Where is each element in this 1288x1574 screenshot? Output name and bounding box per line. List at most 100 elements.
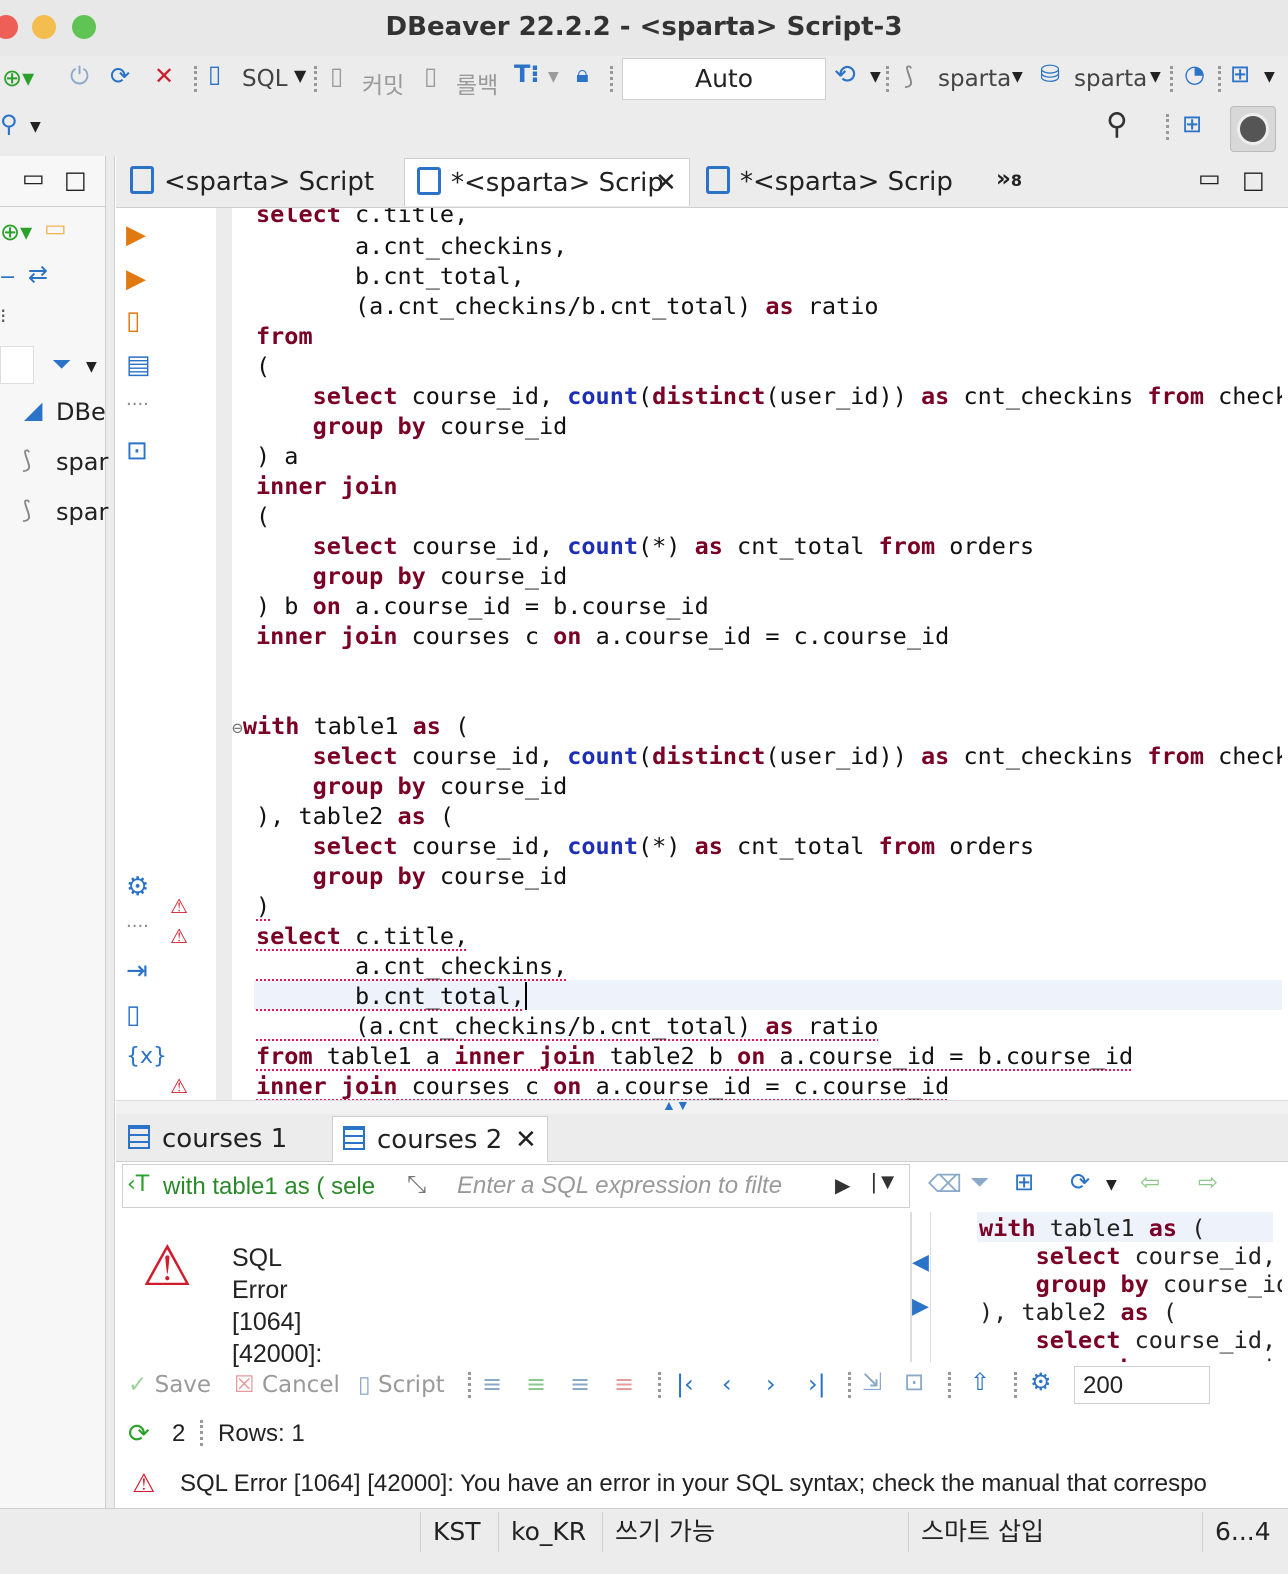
- previous-page-icon[interactable]: ‹: [722, 1372, 732, 1396]
- erd-icon[interactable]: ⊞: [1230, 62, 1250, 86]
- connect-icon[interactable]: ⏻: [70, 64, 89, 88]
- error-message[interactable]: SQL Error [1064] [42000]: You have an er…: [180, 1470, 1207, 1498]
- copy-row-icon[interactable]: ≡: [570, 1372, 590, 1396]
- sql-editor-button[interactable]: SQL: [242, 66, 288, 92]
- more-icon[interactable]: ····: [126, 394, 149, 415]
- chevron-down-icon[interactable]: ▼: [870, 70, 881, 84]
- add-row-icon[interactable]: ≡: [526, 1372, 546, 1396]
- navigator-filter-input[interactable]: [0, 346, 34, 384]
- fetch-all-icon[interactable]: ⊡: [904, 1370, 924, 1394]
- settings-gear-icon[interactable]: ⚙: [126, 872, 149, 902]
- cancel-button[interactable]: ☒ Cancel: [234, 1372, 340, 1398]
- delete-row-icon[interactable]: ≡: [614, 1372, 634, 1396]
- rollback-button[interactable]: 롤백: [456, 66, 498, 100]
- dbeaver-perspective-button[interactable]: [1230, 106, 1276, 152]
- rollback-icon[interactable]: ▯: [424, 64, 437, 88]
- maximize-icon[interactable]: □: [1242, 168, 1265, 192]
- add-connection-icon[interactable]: ⊕▾: [0, 220, 32, 244]
- sql-code-editor[interactable]: select c.title, a.cnt_checkins, b.cnt_to…: [232, 208, 1282, 1100]
- new-connection-icon[interactable]: ⊕▾: [2, 66, 34, 90]
- query-text-pane[interactable]: with table1 as ( select course_id, group…: [930, 1212, 1282, 1362]
- maximize-icon[interactable]: □: [64, 168, 87, 192]
- chevron-down-icon[interactable]: ▼: [294, 68, 306, 84]
- fold-collapse-icon[interactable]: ⊖: [232, 718, 243, 739]
- file-error-icon[interactable]: ▯: [126, 1000, 140, 1030]
- chevron-down-icon[interactable]: ▼: [86, 360, 97, 374]
- back-arrow-icon[interactable]: ⇦: [1140, 1170, 1160, 1194]
- new-folder-icon[interactable]: ▭: [44, 216, 67, 240]
- link-editor-icon[interactable]: ⇄: [28, 262, 48, 286]
- more-icon[interactable]: ····: [126, 916, 149, 937]
- terminal-icon[interactable]: ⊡: [126, 436, 148, 466]
- first-page-icon[interactable]: |‹: [676, 1372, 694, 1396]
- chevron-down-icon[interactable]: ▼: [1150, 70, 1161, 84]
- reconnect-icon[interactable]: ⟳: [110, 64, 130, 88]
- chevron-down-icon[interactable]: ▼: [1264, 70, 1275, 84]
- forward-arrow-icon[interactable]: ⇨: [1198, 1170, 1218, 1194]
- collapse-icon[interactable]: ‒: [0, 264, 15, 288]
- disconnect-icon[interactable]: ✕: [154, 64, 174, 88]
- perspective-icon[interactable]: ⊞: [1182, 112, 1202, 136]
- datasource-selector[interactable]: sparta: [938, 66, 1011, 92]
- minimize-icon[interactable]: ▭: [22, 166, 45, 190]
- refresh-icon[interactable]: ⟳: [128, 1418, 150, 1449]
- chevron-down-icon[interactable]: ▼: [30, 120, 41, 134]
- close-tab-icon[interactable]: ✕: [515, 1117, 537, 1163]
- export-data-icon[interactable]: ⇧: [970, 1370, 990, 1394]
- navigator-item-sparta-connected[interactable]: spar: [56, 448, 108, 476]
- refresh-icon[interactable]: ⟳: [1070, 1170, 1090, 1194]
- editor-results-splitter[interactable]: ▲▼: [116, 1097, 1288, 1114]
- split-toggle-icon[interactable]: ▲▼: [662, 1097, 690, 1113]
- next-page-icon[interactable]: ›: [766, 1372, 776, 1396]
- sql-editor-icon[interactable]: ▯: [208, 62, 221, 86]
- grid-settings-icon[interactable]: ⊞: [1014, 1170, 1034, 1194]
- chevron-down-icon[interactable]: ▼: [1106, 1178, 1117, 1192]
- search-icon[interactable]: ⚲: [1106, 110, 1128, 140]
- variables-icon[interactable]: {x}: [126, 1044, 167, 1069]
- expand-icon[interactable]: ⤡: [407, 1171, 426, 1199]
- apply-filter-icon[interactable]: ▶: [835, 1173, 850, 1198]
- execute-new-tab-icon[interactable]: ▶: [126, 264, 146, 294]
- search-icon[interactable]: ⚲: [0, 112, 18, 136]
- query-preview-label[interactable]: with table1 as ( sele: [163, 1173, 375, 1201]
- panel-collapse-icon[interactable]: ◀: [912, 1252, 929, 1274]
- result-tab-courses-1[interactable]: courses 1: [118, 1116, 328, 1162]
- filter-icon[interactable]: ⏷: [52, 352, 71, 376]
- settings-gear-icon[interactable]: ⚙: [1030, 1370, 1052, 1394]
- export-icon[interactable]: ⇥: [126, 956, 148, 986]
- fetch-next-icon[interactable]: ⇲: [862, 1370, 882, 1394]
- chevron-down-icon[interactable]: ▼: [548, 70, 559, 84]
- explain-plan-icon[interactable]: ▤: [126, 350, 151, 380]
- lock-icon[interactable]: 🔒︎: [576, 62, 589, 86]
- filter-history-icon[interactable]: |▼: [871, 1169, 899, 1195]
- commit-button[interactable]: 커밋: [362, 66, 404, 100]
- execute-script-icon[interactable]: ▯: [126, 306, 140, 336]
- script-button[interactable]: ▯ Script: [358, 1372, 445, 1398]
- panel-expand-icon[interactable]: ▶: [912, 1296, 929, 1318]
- filter-icon[interactable]: ⏷: [970, 1170, 989, 1194]
- editor-tab-script[interactable]: <sparta> Script: [118, 158, 400, 206]
- navigator-item-dbeaver[interactable]: DBe: [56, 398, 106, 426]
- commit-mode-field[interactable]: Auto: [622, 58, 826, 100]
- editor-tab-script-3[interactable]: *<sparta> Scrip: [694, 158, 988, 206]
- navigator-item-sparta[interactable]: spar: [56, 498, 108, 526]
- last-page-icon[interactable]: ›|: [808, 1372, 826, 1396]
- eraser-icon[interactable]: ⌫: [928, 1172, 962, 1196]
- close-tab-icon[interactable]: ✕: [655, 159, 677, 206]
- minimize-icon[interactable]: ▭: [1198, 166, 1221, 190]
- editor-tab-script-active[interactable]: *<sparta> Scrip ✕: [404, 158, 690, 206]
- filter-expression-input[interactable]: Enter a SQL expression to filte: [457, 1172, 829, 1200]
- schema-selector[interactable]: sparta: [1074, 66, 1147, 92]
- dashboard-icon[interactable]: ◔: [1184, 62, 1205, 86]
- fetch-size-input[interactable]: 200: [1074, 1366, 1210, 1404]
- transaction-mode-icon[interactable]: T⁝: [514, 62, 540, 86]
- result-tab-courses-2[interactable]: courses 2 ✕: [332, 1116, 548, 1162]
- more-tabs-button[interactable]: »8: [996, 166, 1022, 192]
- menu-icon[interactable]: ⁝: [0, 306, 6, 326]
- execute-statement-icon[interactable]: ▶: [126, 220, 146, 250]
- commit-icon[interactable]: ▯: [330, 64, 343, 88]
- edit-row-icon[interactable]: ≡: [482, 1372, 502, 1396]
- chevron-down-icon[interactable]: ▼: [1012, 70, 1023, 84]
- history-icon[interactable]: ⟲: [834, 62, 856, 88]
- save-button[interactable]: ✓ Save: [128, 1372, 211, 1398]
